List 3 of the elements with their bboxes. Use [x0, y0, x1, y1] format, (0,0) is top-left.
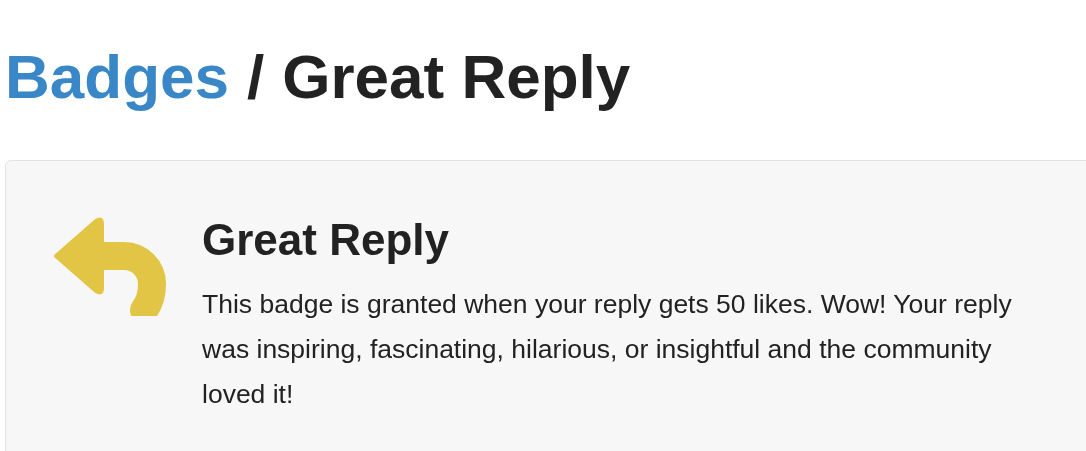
badge-description: This badge is granted when your reply gets 50 likes. Wow! Your reply was inspiring, fascinating, hilarious, or insightful and the community loved it! [202, 288, 1013, 411]
breadcrumb-separator: / [246, 46, 265, 108]
badge-title: Great Reply [202, 218, 450, 262]
